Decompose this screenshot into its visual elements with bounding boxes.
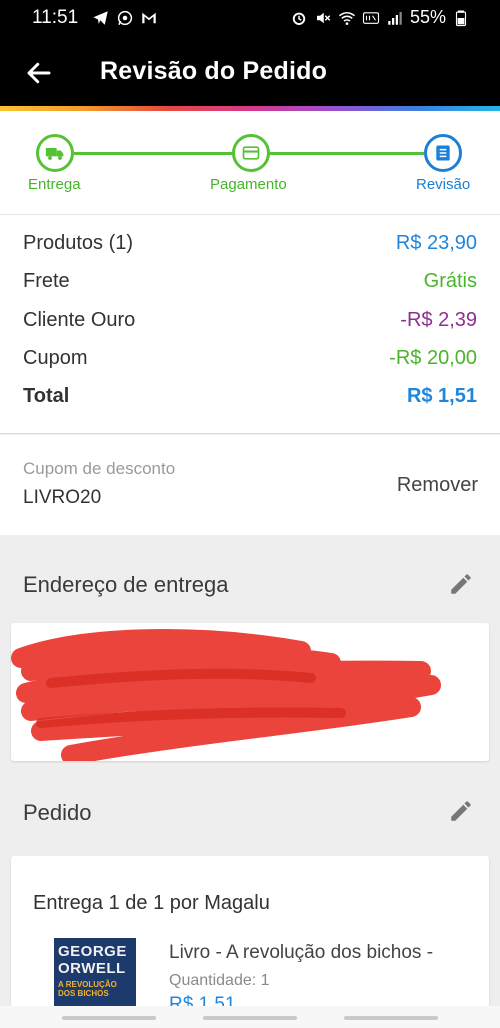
delivery-label: Entrega 1 de 1 por Magalu (33, 892, 270, 914)
coupon-summary-label: Cupom (23, 346, 88, 369)
notification-icons (92, 9, 158, 27)
coupon-label: Cupom de desconto (23, 459, 176, 478)
whatsapp-icon (117, 10, 133, 26)
checkout-stepper: Entrega Pagamento Revisão (0, 111, 500, 215)
total-value: R$ 1,51 (406, 384, 477, 407)
gmail-icon (142, 12, 156, 24)
volte-icon (362, 11, 380, 24)
summary-row-total: Total R$ 1,51 (23, 381, 477, 411)
step-payment[interactable] (232, 134, 270, 172)
step-review[interactable] (424, 134, 462, 172)
address-card[interactable] (11, 623, 489, 761)
step-label-delivery: Entrega (28, 176, 81, 193)
list-icon (436, 145, 450, 161)
product-quantity: Quantidade: 1 (169, 972, 270, 989)
step-label-review: Revisão (416, 176, 471, 193)
app-bar: Revisão do Pedido (0, 36, 500, 106)
nav-recents[interactable] (62, 1016, 156, 1020)
shipping-value: Grátis (423, 269, 477, 292)
nav-back[interactable] (344, 1016, 438, 1020)
coupon-summary-value: -R$ 20,00 (389, 346, 477, 369)
product-name[interactable]: Livro - A revolução dos bichos - (169, 942, 433, 964)
telegram-icon (93, 11, 108, 25)
order-summary: Produtos (1) R$ 23,90 Frete Grátis Clien… (0, 215, 500, 434)
status-time: 11:51 (32, 7, 79, 28)
discount-coupon: Cupom de desconto LIVRO20 Remover (0, 435, 500, 535)
mute-icon (316, 12, 331, 23)
gold-client-label: Cliente Ouro (23, 308, 136, 331)
wifi-icon (339, 11, 355, 25)
address-section-title: Endereço de entrega (23, 572, 229, 597)
alarm-icon (292, 12, 306, 25)
cover-title: A REVOLUÇÃO DOS BICHOS (58, 980, 117, 998)
signal-icon (388, 11, 402, 25)
products-label: Produtos (1) (23, 231, 134, 254)
gold-client-value: -R$ 2,39 (400, 308, 477, 331)
stepper-line (268, 152, 424, 155)
nav-home[interactable] (203, 1016, 297, 1020)
shipping-label: Frete (23, 269, 70, 292)
remove-coupon-button[interactable]: Remover (397, 474, 478, 497)
page-title: Revisão do Pedido (100, 57, 328, 85)
card-icon (242, 146, 260, 160)
summary-row-coupon: Cupom -R$ 20,00 (23, 343, 477, 373)
total-label: Total (23, 384, 70, 407)
cover-author-last: ORWELL (58, 960, 126, 977)
coupon-code: LIVRO20 (23, 487, 102, 508)
status-bar: 11:51 55% (0, 0, 500, 36)
truck-icon (45, 148, 64, 160)
step-delivery[interactable] (36, 134, 74, 172)
products-value: R$ 23,90 (395, 231, 477, 254)
system-icons: 55% (290, 7, 470, 28)
battery-percent: 55% (409, 7, 446, 27)
order-section-title: Pedido (23, 800, 92, 825)
step-label-payment: Pagamento (210, 176, 287, 193)
order-card: Entrega 1 de 1 por Magalu GEORGE ORWELL … (11, 856, 489, 1028)
battery-icon (455, 10, 467, 26)
summary-row-shipping: Frete Grátis (23, 266, 477, 296)
pencil-icon[interactable] (448, 571, 474, 597)
summary-row-products: Produtos (1) R$ 23,90 (23, 228, 477, 258)
system-nav-bar (0, 1006, 500, 1028)
summary-row-gold-client: Cliente Ouro -R$ 2,39 (23, 305, 477, 335)
redaction-scribble (11, 629, 441, 761)
pencil-icon[interactable] (448, 798, 474, 824)
stepper-line (74, 152, 234, 155)
arrow-back-icon[interactable] (24, 58, 54, 88)
cover-author-first: GEORGE (58, 943, 127, 960)
